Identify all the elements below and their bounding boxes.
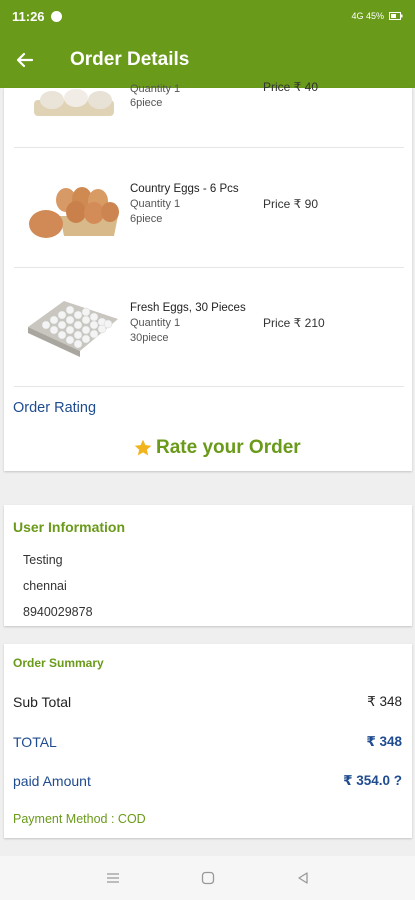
rate-order-button[interactable]: Rate your Order [133,437,301,459]
item-quantity: Quantity 1 [130,83,181,95]
item-name: Fresh Eggs, 30 Pieces [130,302,246,314]
order-item: Quantity 1 6piece Price ₹ 40 [14,30,404,148]
subtotal-label: Sub Total [13,694,72,710]
rate-order-label: Rate your Order [156,437,301,458]
item-price: Price ₹ 40 [263,80,318,94]
order-item: Country Eggs - 6 Pcs Quantity 1 6piece P… [14,150,404,268]
battery-icon [389,12,403,20]
user-information-card: User Information Testing chennai 8940029… [4,505,412,626]
status-time: 11:26 [12,8,45,24]
order-item: Fresh Eggs, 30 Pieces Quantity 1 30piece… [14,269,404,387]
order-summary-title: Order Summary [13,656,104,670]
star-icon [134,439,152,456]
egg-tray-icon [29,187,119,238]
home-button[interactable] [198,868,218,888]
egg-tray-icon [34,89,114,116]
order-items-card: Quantity 1 6piece Price ₹ 40 Country Egg… [4,80,412,471]
status-bar: 11:26 4G 45% [0,0,415,32]
item-unit: 30piece [130,332,169,344]
item-price: Price ₹ 210 [263,316,325,330]
paid-amount-value: ₹ 354.0 ? [343,773,402,788]
total-value: ₹ 348 [366,734,402,749]
item-quantity: Quantity 1 [130,198,181,210]
system-nav-bar [0,856,415,900]
user-name: Testing [23,553,63,567]
back-triangle-icon [298,872,308,884]
status-indicators: 4G 45% [351,11,403,21]
status-right-text: 4G 45% [351,11,384,21]
download-icon [50,10,62,22]
paid-amount-label: paid Amount [13,773,91,789]
total-label: TOTAL [13,734,57,750]
item-unit: 6piece [130,213,163,225]
item-price: Price ₹ 90 [263,197,318,211]
home-icon [201,871,215,885]
order-rating-label: Order Rating [13,400,97,416]
payment-method: Payment Method : COD [13,812,146,826]
user-info-title: User Information [13,519,126,535]
item-name: Country Eggs - 6 Pcs [130,183,239,195]
order-summary-card: Order Summary Sub Total ₹ 348 TOTAL ₹ 34… [4,644,412,838]
menu-icon [107,873,119,883]
user-phone: 8940029878 [23,605,93,619]
recent-apps-button[interactable] [103,868,123,888]
subtotal-value: ₹ 348 [367,694,402,709]
item-quantity: Quantity 1 [130,317,181,329]
item-unit: 6piece [130,97,163,109]
back-nav-button[interactable] [293,868,313,888]
egg-tray-icon [28,301,118,357]
user-city: chennai [23,579,67,593]
